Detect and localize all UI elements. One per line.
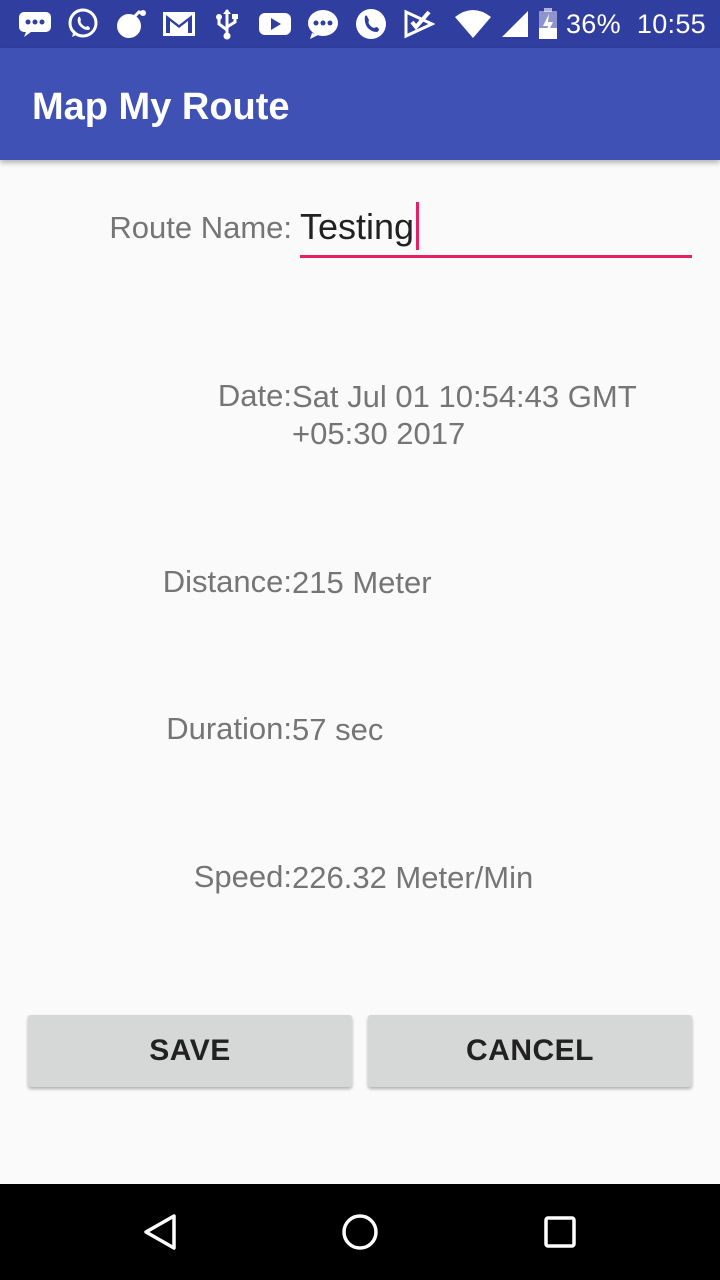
distance-label: Distance: (162, 564, 292, 599)
route-name-input[interactable]: Testing (300, 200, 692, 258)
route-details-form: Route Name: Testing Date: Sat Jul 01 10:… (0, 160, 720, 1184)
app-bar: Map My Route (0, 48, 720, 160)
back-icon[interactable] (140, 1212, 180, 1252)
wifi-icon (454, 9, 492, 39)
bomb-icon (114, 8, 148, 40)
youtube-icon (258, 8, 292, 40)
recents-icon[interactable] (540, 1212, 580, 1252)
save-button[interactable]: SAVE (28, 1015, 352, 1087)
cancel-button[interactable]: CANCEL (368, 1015, 692, 1087)
app-title: Map My Route (32, 86, 290, 128)
date-label: Date: (217, 378, 292, 413)
duration-label: Duration: (166, 711, 292, 746)
text-cursor (416, 202, 419, 250)
chat-bubble-icon (18, 8, 52, 40)
signal-icon (500, 9, 530, 39)
status-bar: 36% 10:55 (0, 0, 720, 48)
route-name-value[interactable]: Testing (300, 206, 414, 248)
speed-label: Speed: (193, 859, 292, 894)
distance-value: 215 Meter (292, 565, 432, 600)
usb-icon (210, 8, 244, 40)
speed-value: 226.32 Meter/Min (292, 860, 534, 895)
whatsapp-icon (66, 8, 100, 40)
navigation-bar (0, 1184, 720, 1280)
battery-percent: 36% (565, 8, 621, 39)
gmail-icon (162, 8, 196, 40)
checkbox-icon (402, 8, 436, 40)
phone-icon (354, 8, 388, 40)
duration-value: 57 sec (292, 712, 384, 747)
battery-icon (538, 8, 558, 40)
message-icon (306, 8, 340, 40)
home-icon[interactable] (340, 1212, 380, 1252)
status-clock: 10:55 (636, 8, 706, 39)
route-name-label: Route Name: (109, 210, 292, 245)
status-indicators: 36% 10:55 (454, 0, 706, 48)
date-value: Sat Jul 01 10:54:43 GMT +05:30 2017 (292, 379, 637, 451)
